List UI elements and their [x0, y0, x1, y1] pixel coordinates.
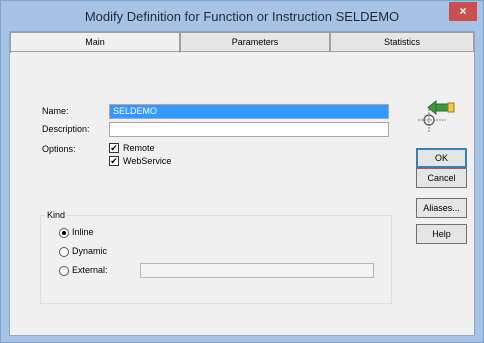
tab-parameters-label: Parameters — [231, 37, 279, 47]
close-button[interactable]: × — [449, 2, 477, 21]
help-button[interactable]: Help — [416, 224, 467, 244]
tab-statistics[interactable]: Statistics — [330, 32, 474, 51]
kind-groupbox: Kind Inline Dynamic External: — [40, 210, 392, 304]
inline-radio-label: Inline — [72, 227, 94, 237]
title-bar[interactable]: Modify Definition for Function or Instru… — [1, 1, 483, 31]
tab-main[interactable]: Main — [10, 32, 180, 53]
main-tab-panel: Name: SELDEMO Description: Options: ✔ Re… — [10, 51, 474, 336]
remote-checkbox[interactable]: ✔ — [109, 143, 119, 153]
description-field[interactable] — [109, 122, 389, 137]
kind-legend: Kind — [45, 210, 68, 220]
dynamic-radio-label: Dynamic — [72, 246, 108, 256]
window-title: Modify Definition for Function or Instru… — [84, 9, 400, 24]
remote-checkbox-label: Remote — [123, 143, 155, 153]
dynamic-radio[interactable] — [59, 247, 69, 257]
tab-parameters[interactable]: Parameters — [180, 32, 330, 51]
webservice-checkbox[interactable]: ✔ — [109, 156, 119, 166]
ok-button[interactable]: OK — [416, 148, 467, 168]
external-radio-label: External: — [72, 265, 108, 275]
aliases-button[interactable]: Aliases... — [416, 198, 467, 218]
close-icon: × — [459, 4, 467, 18]
name-field[interactable]: SELDEMO — [109, 104, 389, 119]
options-label: Options: — [42, 144, 76, 154]
tab-statistics-label: Statistics — [383, 37, 420, 47]
description-label: Description: — [42, 124, 90, 134]
dialog-client-area: Main Parameters Statistics Name: SELDEMO… — [9, 31, 475, 336]
external-field — [140, 263, 374, 278]
tab-main-label: Main — [85, 37, 105, 47]
cancel-button[interactable]: Cancel — [416, 168, 467, 188]
function-definition-icon — [414, 98, 458, 134]
external-radio[interactable] — [59, 266, 69, 276]
inline-radio[interactable] — [59, 228, 69, 238]
dialog-window: Modify Definition for Function or Instru… — [0, 0, 484, 343]
name-label: Name: — [42, 106, 69, 116]
webservice-checkbox-label: WebService — [123, 156, 172, 166]
tab-strip: Main Parameters Statistics — [10, 32, 474, 53]
